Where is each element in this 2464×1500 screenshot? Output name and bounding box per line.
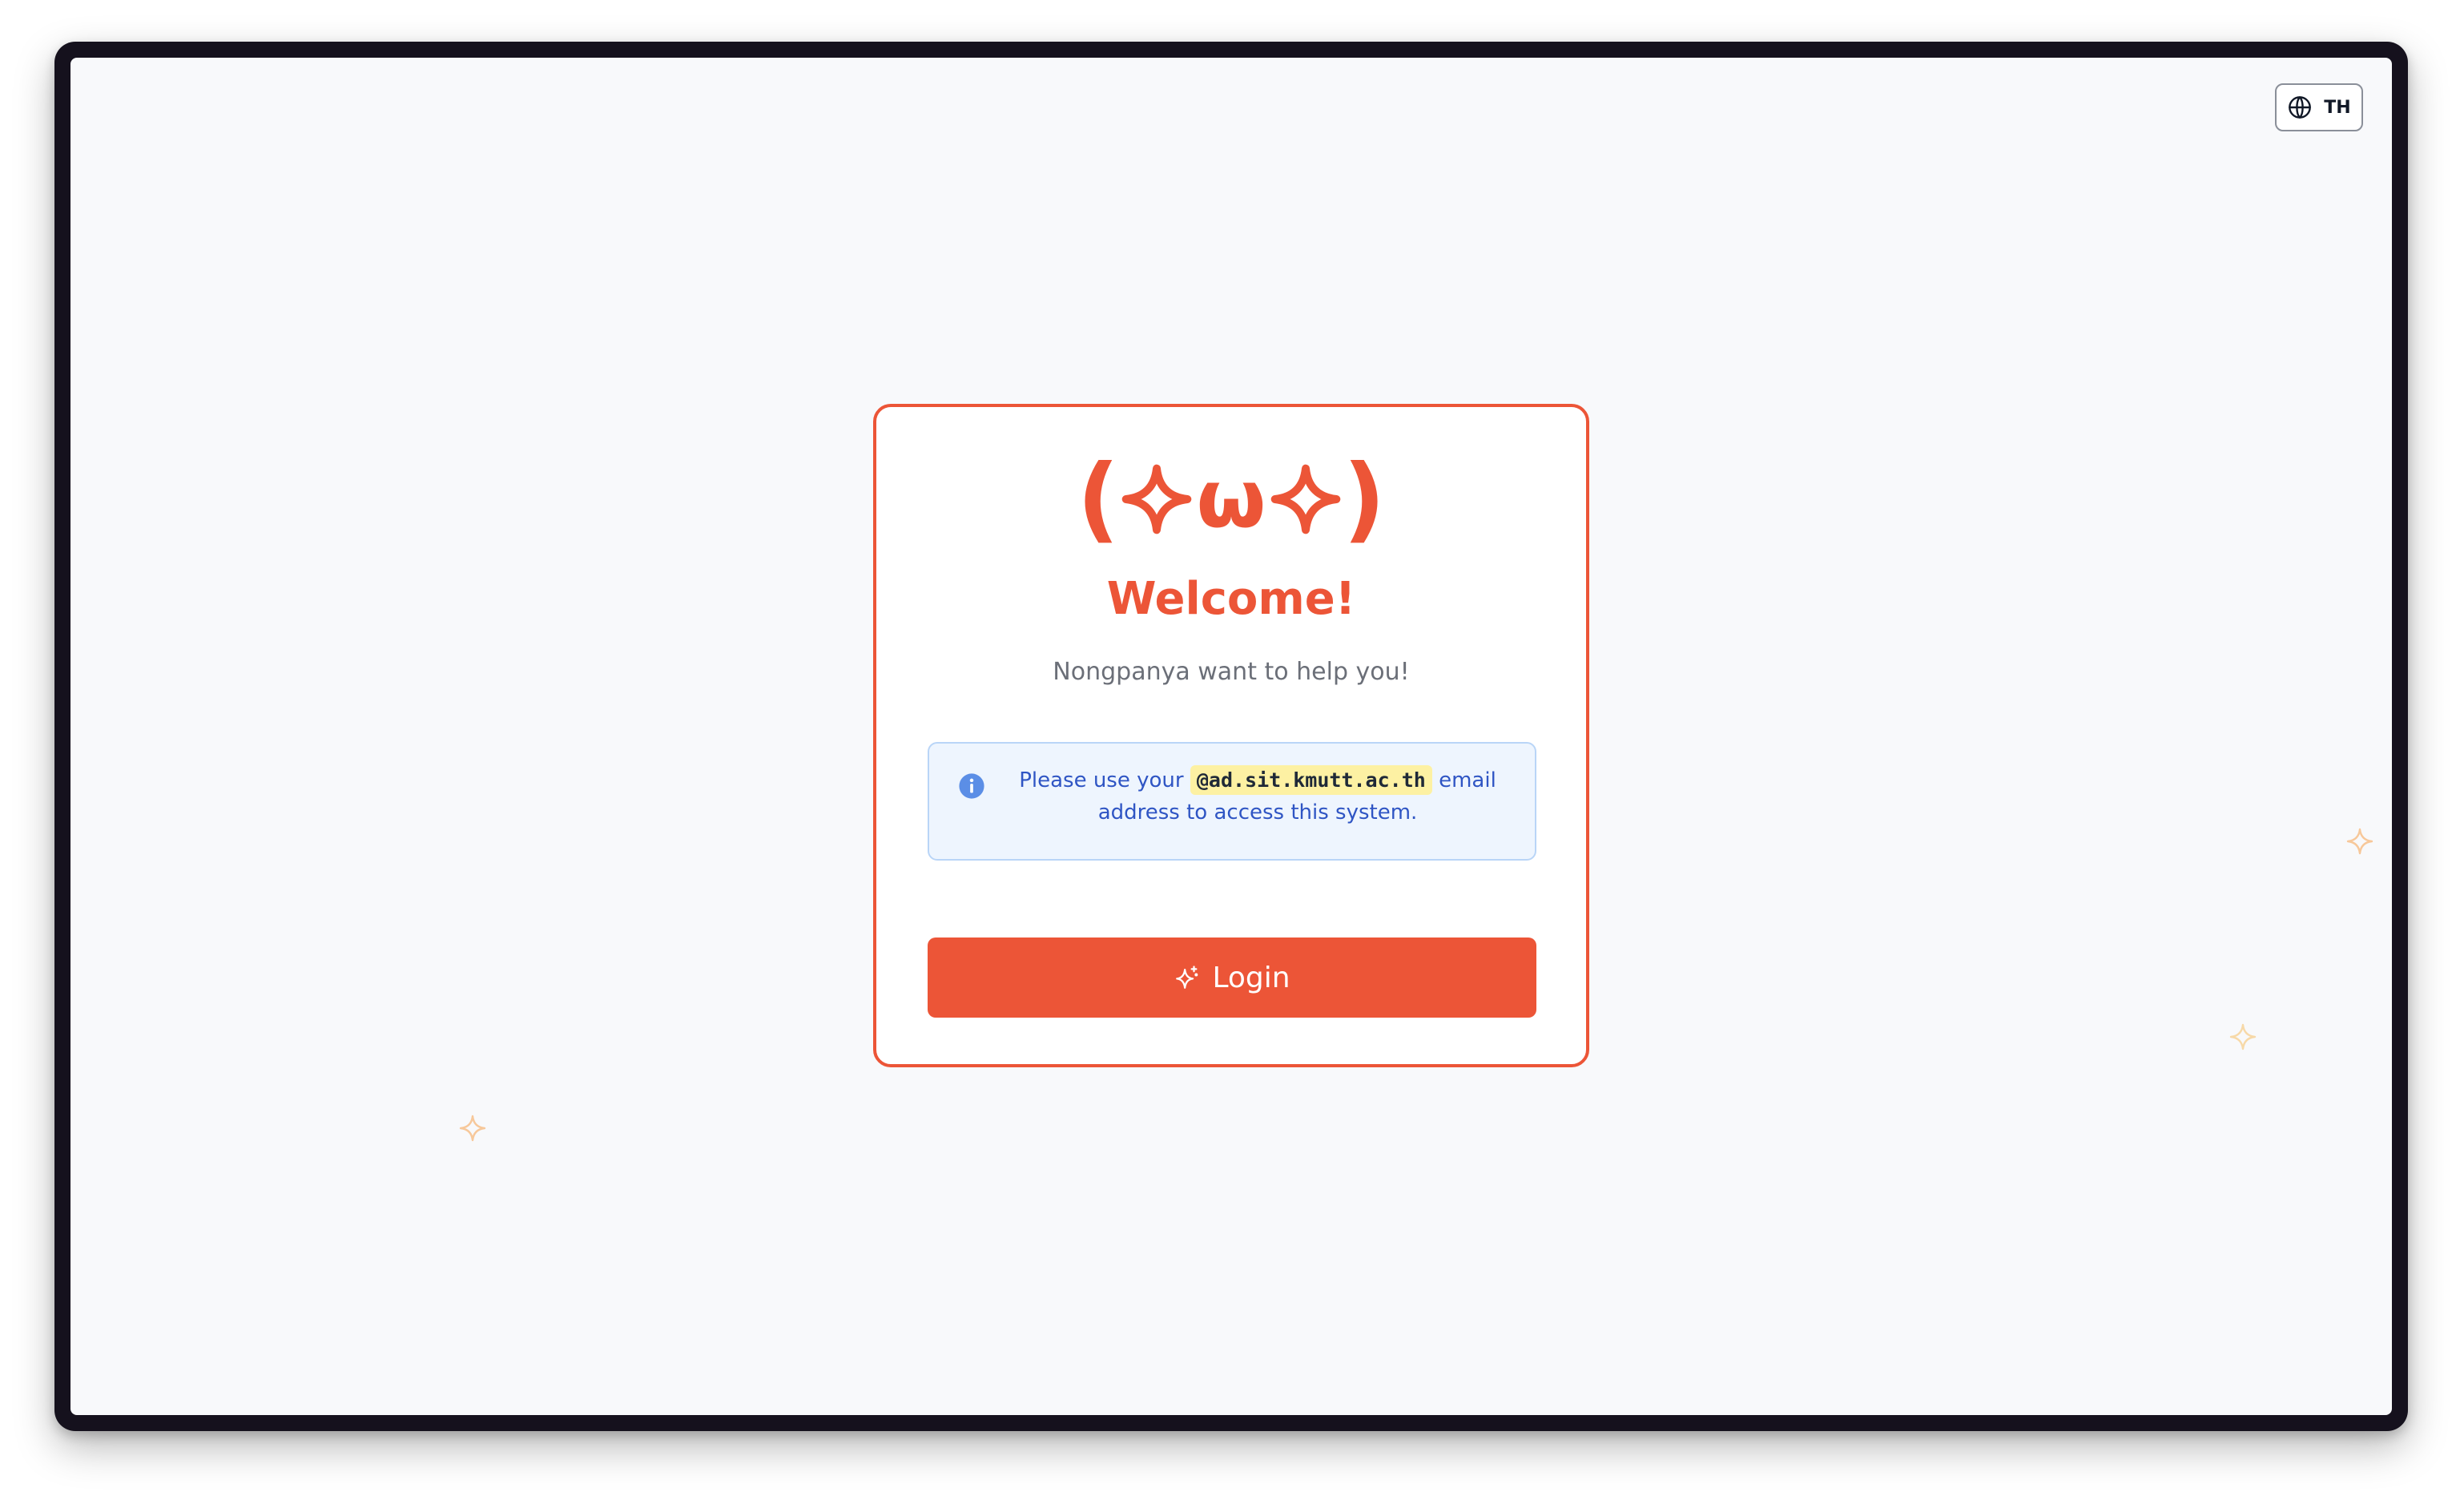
kaomoji-logo: ( ω ) — [876, 447, 1586, 551]
email-notice-text: Please use your @ad.sit.kmutt.ac.th emai… — [1001, 764, 1514, 829]
email-domain-highlight: @ad.sit.kmutt.ac.th — [1190, 765, 1432, 795]
sparkle-icon — [2346, 828, 2373, 855]
login-card: ( ω ) Welcome! Nongpanya want to help yo… — [873, 404, 1589, 1067]
email-notice: Please use your @ad.sit.kmutt.ac.th emai… — [928, 742, 1536, 861]
kaomoji-right-paren: ) — [1343, 445, 1386, 553]
welcome-subtitle: Nongpanya want to help you! — [1053, 658, 1410, 686]
notice-text-before: Please use your — [1019, 768, 1184, 792]
login-button-label: Login — [1212, 961, 1290, 994]
globe-icon — [2289, 96, 2312, 119]
login-button[interactable]: Login — [928, 938, 1536, 1018]
welcome-title: Welcome! — [1106, 573, 1356, 625]
language-label: TH — [2324, 97, 2351, 118]
login-screen: TH ( ω ) Welcome! Nongpanya want to help… — [70, 58, 2392, 1415]
sparkle-icon — [2229, 1023, 2257, 1050]
kaomoji-mouth: ω — [1196, 452, 1266, 546]
language-toggle-button[interactable]: TH — [2275, 83, 2363, 131]
device-frame: TH ( ω ) Welcome! Nongpanya want to help… — [54, 42, 2408, 1431]
star-eye-icon — [1271, 464, 1341, 534]
sparkles-icon — [1176, 966, 1198, 989]
kaomoji-left-paren: ( — [1077, 445, 1120, 553]
sparkle-icon — [459, 1115, 486, 1142]
info-icon — [959, 773, 984, 799]
star-eye-icon — [1121, 464, 1191, 534]
